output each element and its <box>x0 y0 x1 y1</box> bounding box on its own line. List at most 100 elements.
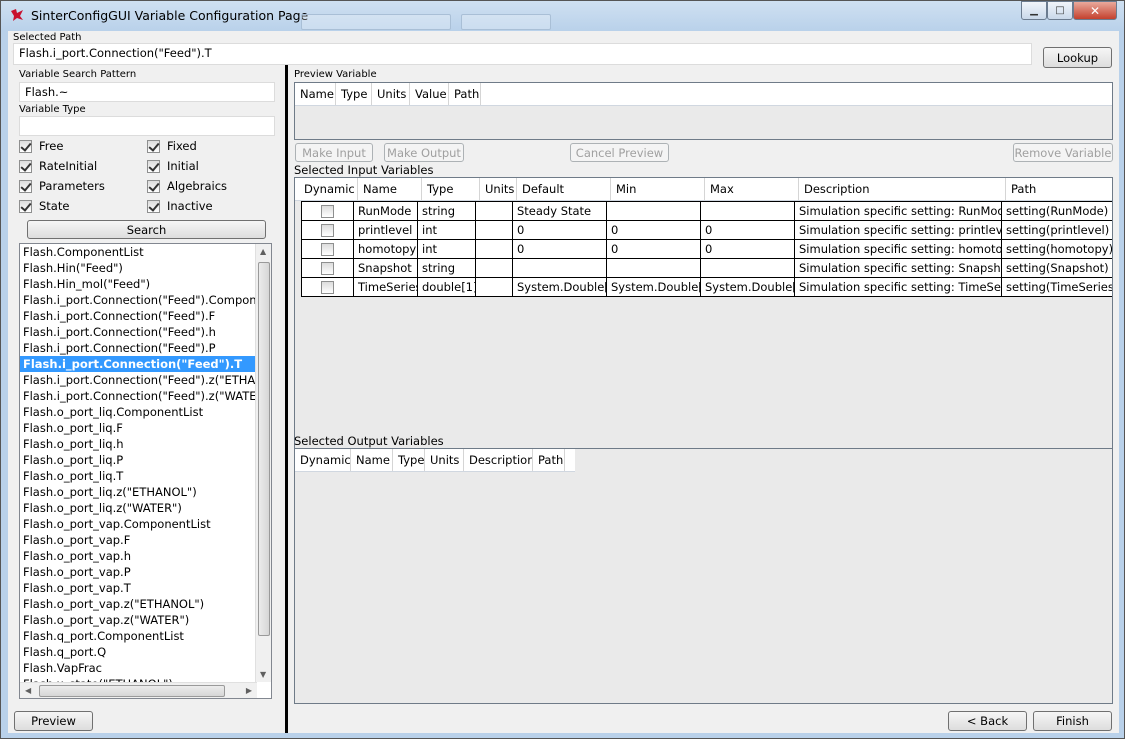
variable-list-item[interactable]: Flash.i_port.Connection("Feed").Componen… <box>20 292 257 308</box>
variable-list-item[interactable]: Flash.ComponentList <box>20 244 257 260</box>
column-header[interactable]: Description <box>464 449 533 471</box>
filter-fixed-checkbox[interactable]: Fixed <box>147 139 197 153</box>
cell-name[interactable]: printlevel <box>354 221 418 240</box>
checkbox-unchecked-icon[interactable] <box>321 204 334 218</box>
title-bar[interactable]: SinterConfigGUI Variable Configuration P… <box>1 1 1124 31</box>
horizontal-scrollbar[interactable]: ◀ ▶ <box>20 682 257 698</box>
cell-name[interactable]: Snapshot <box>354 259 418 278</box>
variable-list-item[interactable]: Flash.o_port_vap.P <box>20 564 257 580</box>
variable-list-item[interactable]: Flash.q_port.ComponentList <box>20 628 257 644</box>
remove-variable-button[interactable]: Remove Variable <box>1013 143 1113 162</box>
cancel-preview-button[interactable]: Cancel Preview <box>570 143 669 162</box>
finish-button[interactable]: Finish <box>1033 711 1112 731</box>
variable-list-item[interactable]: Flash.o_port_vap.h <box>20 548 257 564</box>
cell-type[interactable]: int <box>418 221 476 240</box>
column-header[interactable]: Min <box>611 178 705 200</box>
variable-list-item[interactable]: Flash.Hin("Feed") <box>20 260 257 276</box>
scroll-thumb[interactable] <box>258 262 270 636</box>
filter-inactive-checkbox[interactable]: Inactive <box>147 199 213 213</box>
variable-list-item[interactable]: Flash.i_port.Connection("Feed").P <box>20 340 257 356</box>
output-variables-grid[interactable]: Dynamic Name Type Units Description Path <box>294 448 1113 704</box>
back-button[interactable]: < Back <box>948 711 1027 731</box>
cell-description[interactable]: Simulation specific setting: printlevel <box>795 221 1002 240</box>
cell-type[interactable]: int <box>418 240 476 259</box>
cell-max[interactable]: 0 <box>701 221 795 240</box>
table-row[interactable]: TimeSeries double[1] System.Double[] System… <box>302 278 1112 297</box>
filter-algebraics-checkbox[interactable]: Algebraics <box>147 179 227 193</box>
checkbox-unchecked-icon[interactable] <box>321 242 334 256</box>
column-header[interactable]: Dynamic <box>295 449 351 471</box>
cell-units[interactable] <box>476 278 513 297</box>
cell-default[interactable]: System.Double[] <box>513 278 607 297</box>
cell-default[interactable]: 0 <box>513 221 607 240</box>
scroll-down-icon[interactable]: ▼ <box>260 670 266 679</box>
column-header[interactable]: Units <box>480 178 517 200</box>
cell-min[interactable] <box>607 202 701 221</box>
dynamic-cell[interactable] <box>302 278 354 297</box>
column-header[interactable]: Type <box>422 178 480 200</box>
make-output-button[interactable]: Make Output <box>384 143 464 162</box>
variable-list-item[interactable]: Flash.o_port_liq.P <box>20 452 257 468</box>
cell-max[interactable] <box>701 259 795 278</box>
variable-list-item[interactable]: Flash.i_port.Connection("Feed").h <box>20 324 257 340</box>
variable-list-item[interactable]: Flash.i_port.Connection("Feed").T <box>20 356 257 372</box>
column-header[interactable]: Path <box>1006 178 1112 200</box>
variable-list-item[interactable]: Flash.o_port_vap.T <box>20 580 257 596</box>
table-row[interactable]: homotopy int 0 0 0 Simulation specific settin… <box>302 240 1112 259</box>
checkbox-unchecked-icon[interactable] <box>321 223 334 237</box>
table-row[interactable]: Snapshot string Simulation specific settin… <box>302 259 1112 278</box>
checkbox-unchecked-icon[interactable] <box>321 280 334 294</box>
make-input-button[interactable]: Make Input <box>295 143 373 162</box>
variable-list-item[interactable]: Flash.o_port_vap.z("WATER") <box>20 612 257 628</box>
input-variables-grid[interactable]: Dynamic Name Type Units Default Min Max … <box>294 177 1113 461</box>
column-header[interactable]: Type <box>336 83 372 105</box>
cell-description[interactable]: Simulation specific setting: homotopy <box>795 240 1002 259</box>
vertical-scrollbar[interactable]: ▲ ▼ <box>255 244 271 682</box>
cell-min[interactable]: 0 <box>607 221 701 240</box>
variable-list-item[interactable]: Flash.o_port_liq.z("ETHANOL") <box>20 484 257 500</box>
variable-list-item[interactable]: Flash.i_port.Connection("Feed").z("WATER… <box>20 388 257 404</box>
variable-list-item[interactable]: Flash.o_port_liq.F <box>20 420 257 436</box>
checkbox-unchecked-icon[interactable] <box>321 261 334 275</box>
filter-state-checkbox[interactable]: State <box>19 199 69 213</box>
variable-list-item[interactable]: Flash.o_port_vap.z("ETHANOL") <box>20 596 257 612</box>
scroll-left-icon[interactable]: ◀ <box>25 686 31 695</box>
cell-units[interactable] <box>476 259 513 278</box>
scroll-up-icon[interactable]: ▲ <box>260 247 266 256</box>
cell-type[interactable]: double[1] <box>418 278 476 297</box>
variable-list-item[interactable]: Flash.Hin_mol("Feed") <box>20 276 257 292</box>
cell-max[interactable] <box>701 202 795 221</box>
table-row[interactable]: RunMode string Steady State Simulation spec… <box>302 202 1112 221</box>
scroll-right-icon[interactable]: ▶ <box>246 686 252 695</box>
scroll-thumb[interactable] <box>39 685 225 697</box>
dynamic-cell[interactable] <box>302 259 354 278</box>
cell-units[interactable] <box>476 240 513 259</box>
cell-max[interactable]: System.Double[] <box>701 278 795 297</box>
cell-type[interactable]: string <box>418 202 476 221</box>
column-header[interactable]: Name <box>351 449 393 471</box>
selected-path-input[interactable]: Flash.i_port.Connection("Feed").T <box>13 43 1032 65</box>
column-header[interactable]: Description <box>799 178 1006 200</box>
cell-path[interactable]: setting(printlevel) <box>1002 221 1112 240</box>
dynamic-cell[interactable] <box>302 221 354 240</box>
maximize-icon[interactable]: □ <box>1047 1 1073 20</box>
cell-name[interactable]: homotopy <box>354 240 418 259</box>
column-header[interactable]: Default <box>517 178 611 200</box>
cell-default[interactable]: Steady State <box>513 202 607 221</box>
close-icon[interactable]: ✕ <box>1073 1 1117 20</box>
cell-path[interactable]: setting(TimeSeries) <box>1002 278 1112 297</box>
search-button[interactable]: Search <box>27 220 266 239</box>
filter-initial-checkbox[interactable]: Initial <box>147 159 199 173</box>
cell-path[interactable]: setting(Snapshot) <box>1002 259 1112 278</box>
lookup-button[interactable]: Lookup <box>1043 47 1112 68</box>
column-header[interactable]: Value <box>410 83 449 105</box>
cell-path[interactable]: setting(RunMode) <box>1002 202 1112 221</box>
cell-name[interactable]: TimeSeries <box>354 278 418 297</box>
cell-path[interactable]: setting(homotopy) <box>1002 240 1112 259</box>
cell-default[interactable] <box>513 259 607 278</box>
variable-list-item[interactable]: Flash.VapFrac <box>20 660 257 676</box>
variable-listbox[interactable]: Flash.ComponentList Flash.Hin("Feed") Flas… <box>19 243 272 699</box>
cell-min[interactable]: System.Double[] <box>607 278 701 297</box>
pane-splitter[interactable] <box>285 65 288 733</box>
filter-rateinitial-checkbox[interactable]: RateInitial <box>19 159 97 173</box>
